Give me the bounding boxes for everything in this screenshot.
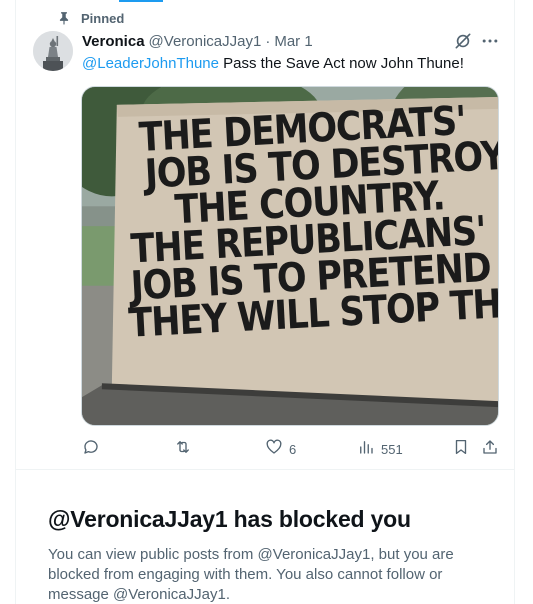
blocked-description: You can view public posts from @Veronica… xyxy=(48,546,454,603)
reply-button[interactable] xyxy=(82,437,106,461)
blocked-title: @VeronicaJJay1 has blocked you xyxy=(48,506,411,532)
tweet-actions: 6 551 xyxy=(82,437,502,461)
share-button[interactable] xyxy=(481,437,499,461)
avatar[interactable] xyxy=(33,31,73,71)
bookmark-icon xyxy=(452,438,470,461)
more-options-icon[interactable] xyxy=(480,31,500,51)
repost-button[interactable] xyxy=(174,437,198,461)
like-count: 6 xyxy=(289,441,297,457)
grok-icon[interactable] xyxy=(453,31,473,51)
tweet-date[interactable]: Mar 1 xyxy=(274,33,312,50)
separator-dot: · xyxy=(265,32,271,50)
pinned-indicator: Pinned xyxy=(57,10,124,26)
tweet-image[interactable]: THE DEMOCRATS' JOB IS TO DESTROY THE COU… xyxy=(81,86,499,426)
views-count: 551 xyxy=(381,441,403,457)
display-name[interactable]: Veronica xyxy=(82,33,145,50)
views-icon xyxy=(357,438,375,461)
like-button[interactable]: 6 xyxy=(265,437,296,461)
share-icon xyxy=(481,438,499,461)
views-button[interactable]: 551 xyxy=(357,437,403,461)
reply-icon xyxy=(82,438,100,461)
timeline-column: Pinned Veronica @VeronicaJJay1 · Mar 1 @… xyxy=(15,0,515,604)
user-handle[interactable]: @VeronicaJJay1 xyxy=(149,33,262,50)
tweet-text: @LeaderJohnThune Pass the Save Act now J… xyxy=(82,54,464,74)
mention-link[interactable]: @LeaderJohnThune xyxy=(82,55,219,72)
pin-icon xyxy=(57,11,71,25)
sign-text: THE DEMOCRATS' JOB IS TO DESTROY THE COU… xyxy=(118,99,498,347)
repost-icon xyxy=(174,438,192,461)
bookmark-button[interactable] xyxy=(452,437,470,461)
heart-icon xyxy=(265,438,283,461)
tweet-body: Pass the Save Act now John Thune! xyxy=(219,55,464,72)
pinned-tweet[interactable]: Pinned Veronica @VeronicaJJay1 · Mar 1 @… xyxy=(16,0,514,470)
pinned-label: Pinned xyxy=(81,10,125,26)
blocked-notice: @VeronicaJJay1 has blocked you You can v… xyxy=(16,471,514,604)
tweet-header: Veronica @VeronicaJJay1 · Mar 1 xyxy=(82,32,313,50)
